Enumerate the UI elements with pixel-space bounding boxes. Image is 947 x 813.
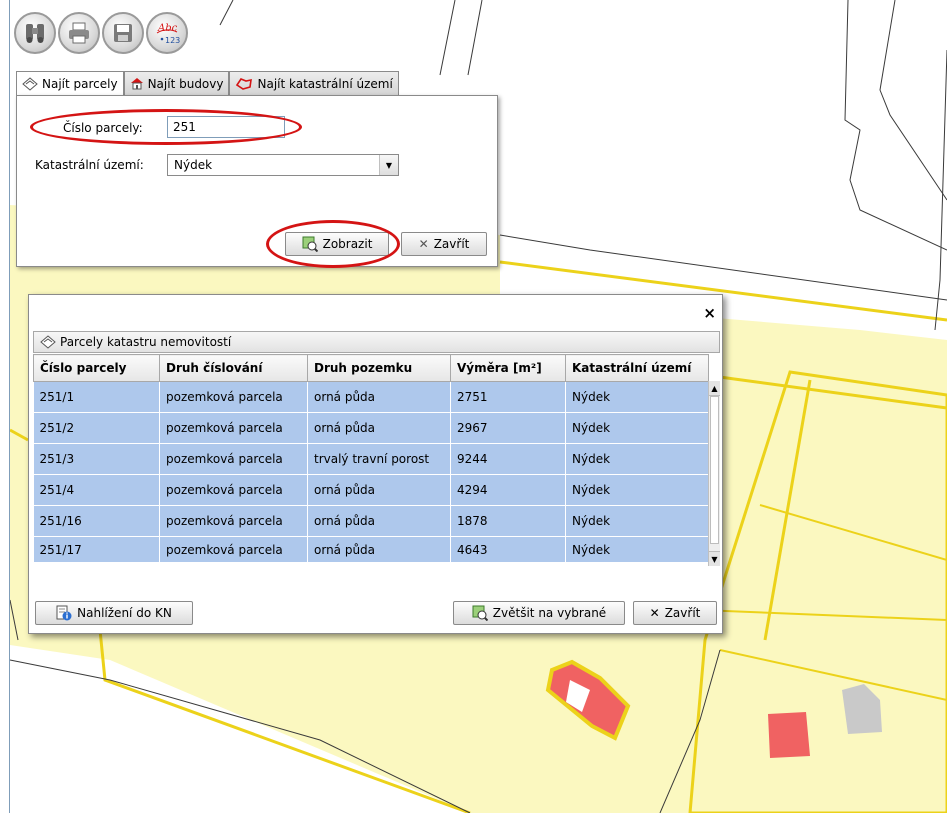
table-cell: orná půda [307,412,451,444]
table-row[interactable]: 251/3 pozemková parcela trvalý travní po… [33,443,709,475]
table-row[interactable]: 251/16 pozemková parcela orná půda 1878 … [33,505,709,537]
table-cell: trvalý travní porost [307,443,451,475]
search-panel: Číslo parcely: 251 Katastrální území: Ný… [16,95,498,267]
territory-label: Katastrální území: [35,158,144,172]
table-row[interactable]: 251/1 pozemková parcela orná půda 2751 N… [33,381,709,413]
scrollbar-thumb[interactable] [710,396,719,544]
table-cell: pozemková parcela [159,536,308,563]
table-cell: pozemková parcela [159,443,308,475]
house-icon [130,78,143,90]
close-icon: ✕ [649,606,660,620]
binoculars-icon [26,24,44,43]
tab-find-territory-label: Najít katastrální území [257,76,393,91]
table-cell: 2751 [450,381,566,413]
tab-find-parcels-label: Najít parcely [42,77,118,91]
table-cell: 4643 [450,536,566,563]
parcel-number-input[interactable]: 251 [167,116,285,138]
search-tabs: Najít parcely Najít budovy Najít katastr… [16,71,399,96]
table-cell: pozemková parcela [159,505,308,537]
zoom-selected-label: Zvětšit na vybrané [492,606,607,620]
table-cell: Nýdek [565,474,709,506]
table-cell: 9244 [450,443,566,475]
table-header-row: Číslo parcely Druh číslování Druh pozemk… [33,354,709,382]
table-cell: 4294 [450,474,566,506]
close-icon[interactable]: × [703,304,716,322]
spellcheck-button[interactable]: Abc 123 [146,12,188,54]
save-icon [114,24,132,42]
table-cell: Nýdek [565,505,709,537]
kn-view-button[interactable]: Nahlížení do KN [35,601,193,625]
parcel-icon [40,335,56,349]
column-header[interactable]: Katastrální území [565,354,709,382]
territory-outline-icon [236,78,253,90]
svg-text:123: 123 [165,36,180,45]
territory-select[interactable]: Nýdek ▼ [167,154,399,176]
tab-find-buildings[interactable]: Najít budovy [123,71,230,95]
table-cell: Nýdek [565,412,709,444]
results-group-title-label: Parcely katastru nemovitostí [60,335,232,349]
table-cell: pozemková parcela [159,381,308,413]
table-cell: 251/17 [33,536,160,563]
close-icon: ✕ [418,237,429,251]
tab-find-buildings-label: Najít budovy [147,76,224,91]
table-cell: orná půda [307,474,451,506]
results-table: Číslo parcely Druh číslování Druh pozemk… [33,354,709,563]
table-cell: 251/3 [33,443,160,475]
parcel-icon [22,77,38,91]
column-header[interactable]: Druh pozemku [307,354,451,382]
table-cell: 251/4 [33,474,160,506]
results-group-title: Parcely katastru nemovitostí [33,331,720,353]
table-cell: 251/2 [33,412,160,444]
tab-find-parcels[interactable]: Najít parcely [16,71,124,96]
scroll-up-icon[interactable]: ▲ [709,381,720,396]
zoom-selected-button[interactable]: Zvětšit na vybrané [453,601,625,625]
table-row[interactable]: 251/17 pozemková parcela orná půda 4643 … [33,536,709,563]
building[interactable] [768,712,810,758]
table-cell: pozemková parcela [159,412,308,444]
spellcheck-icon: Abc 123 [156,23,180,45]
results-scrollbar[interactable]: ▲ ▼ [708,381,720,566]
info-document-icon [56,605,72,621]
close-results-label: Zavřít [664,606,701,620]
tab-find-territory[interactable]: Najít katastrální území [229,71,399,95]
column-header[interactable]: Výměra [m²] [450,354,566,382]
table-cell: 2967 [450,412,566,444]
kn-view-label: Nahlížení do KN [77,606,172,620]
table-cell: orná půda [307,381,451,413]
chevron-down-icon[interactable]: ▼ [379,155,398,175]
close-results-button[interactable]: ✕ Zavřít [633,601,717,625]
table-cell: Nýdek [565,536,709,563]
parcel-number-label: Číslo parcely: [63,121,143,135]
close-search-label: Zavřít [433,237,470,251]
toolbar: Abc 123 [14,12,188,58]
column-header[interactable]: Číslo parcely [33,354,160,382]
table-cell: 251/1 [33,381,160,413]
close-search-button[interactable]: ✕ Zavřít [401,232,487,256]
table-row[interactable]: 251/4 pozemková parcela orná půda 4294 N… [33,474,709,506]
svg-text:Abc: Abc [157,23,178,34]
territory-select-value: Nýdek [174,158,213,172]
scroll-down-icon[interactable]: ▼ [709,551,720,566]
show-button-label: Zobrazit [322,237,373,251]
zoom-map-icon [472,605,488,621]
results-dialog: × Parcely katastru nemovitostí Číslo par… [28,294,723,634]
table-cell: Nýdek [565,443,709,475]
print-button[interactable] [58,12,100,54]
save-button[interactable] [102,12,144,54]
table-cell: Nýdek [565,381,709,413]
table-cell: orná půda [307,505,451,537]
show-button[interactable]: Zobrazit [285,232,389,256]
table-row[interactable]: 251/2 pozemková parcela orná půda 2967 N… [33,412,709,444]
table-cell: pozemková parcela [159,474,308,506]
zoom-map-icon [302,236,318,252]
table-cell: 251/16 [33,505,160,537]
printer-icon [69,22,89,44]
find-button[interactable] [14,12,56,54]
table-cell: orná půda [307,536,451,563]
table-cell: 1878 [450,505,566,537]
column-header[interactable]: Druh číslování [159,354,308,382]
